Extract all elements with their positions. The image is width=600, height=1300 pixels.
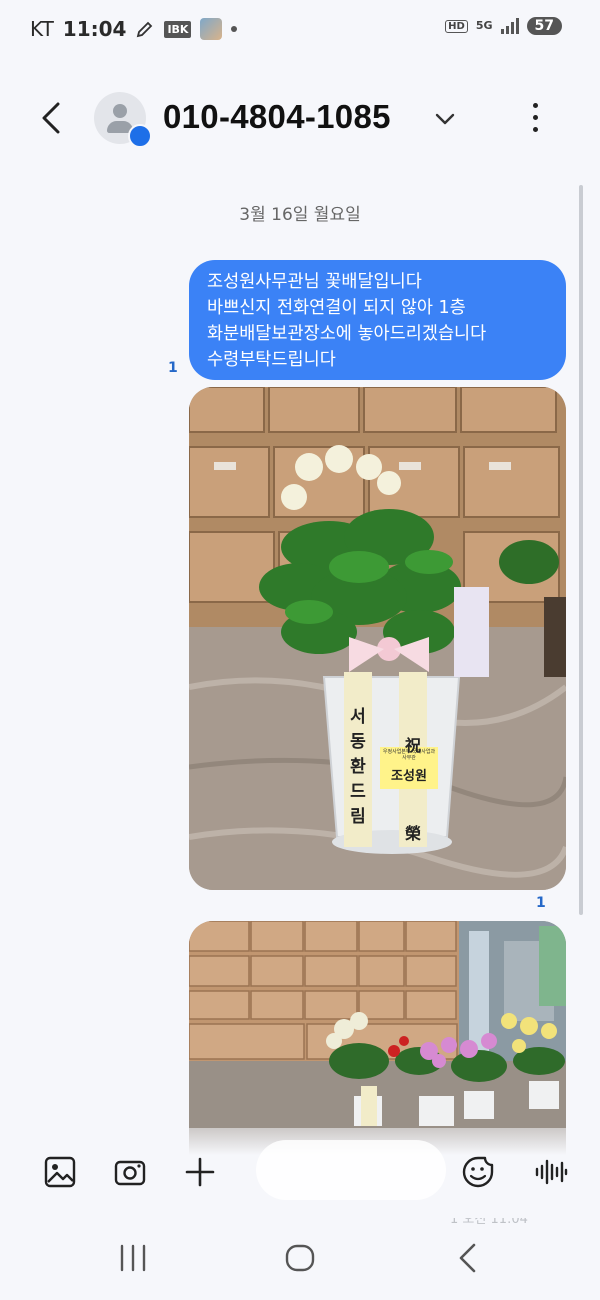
more-options-icon[interactable] bbox=[532, 103, 540, 135]
ribbon-right-text: 祝 榮轉 bbox=[404, 736, 421, 843]
edit-icon bbox=[137, 21, 153, 38]
profile-notification-icon bbox=[200, 18, 223, 40]
contact-name[interactable]: 010-4804-1085 bbox=[163, 98, 391, 136]
voice-icon[interactable] bbox=[534, 1155, 568, 1189]
status-bar: KT 11:04 IBK HD 5G 57 bbox=[0, 0, 600, 62]
card-small-text: 우정사업본부 국제사업과 사무관 bbox=[382, 749, 436, 761]
person-icon bbox=[113, 104, 127, 118]
nav-back-icon[interactable] bbox=[448, 1238, 488, 1278]
camera-icon[interactable] bbox=[113, 1155, 147, 1189]
battery-icon: 57 bbox=[526, 17, 562, 35]
photo-content bbox=[189, 387, 566, 890]
message-line: 바쁘신지 전화연결이 되지 않아 1층 bbox=[207, 298, 466, 318]
message-line: 화분배달보관장소에 놓아드리겠습니다 bbox=[207, 324, 487, 344]
signal-icon bbox=[500, 18, 519, 34]
hd-voice-icon: HD bbox=[445, 19, 468, 33]
unread-count: 1 bbox=[536, 895, 546, 911]
gallery-icon[interactable] bbox=[43, 1155, 77, 1189]
recent-apps-icon[interactable] bbox=[113, 1238, 153, 1278]
photo-attachment-flower-pot[interactable]: 서동환 드림 祝 榮轉 우정사업본부 국제사업과 사무관 조성원 bbox=[189, 387, 566, 890]
ribbon-left-text: 서동환 드림 bbox=[350, 707, 366, 827]
message-line: 조성원사무관님 꽃배달입니다 bbox=[207, 272, 422, 292]
unread-count: 1 bbox=[168, 360, 178, 376]
contact-avatar[interactable] bbox=[94, 92, 152, 148]
message-line: 수령부탁드립니다 bbox=[207, 350, 336, 370]
sent-message-bubble[interactable]: 조성원사무관님 꽃배달입니다 바쁘신지 전화연결이 되지 않아 1층 화분배달보… bbox=[189, 260, 566, 380]
back-arrow-icon[interactable] bbox=[32, 98, 72, 138]
plus-icon[interactable] bbox=[183, 1155, 217, 1189]
card-text: 조성원 bbox=[391, 769, 427, 784]
carrier: KT bbox=[30, 17, 54, 41]
emoji-icon[interactable] bbox=[461, 1155, 495, 1189]
scrollbar[interactable] bbox=[579, 185, 583, 915]
chevron-down-icon[interactable] bbox=[434, 108, 456, 130]
chat-badge-icon bbox=[128, 124, 152, 148]
time: 11:04 bbox=[62, 17, 127, 41]
more-notifications-icon bbox=[231, 26, 238, 32]
network-5g-icon: 5G bbox=[475, 19, 493, 32]
home-icon[interactable] bbox=[280, 1238, 320, 1278]
message-input[interactable] bbox=[256, 1140, 446, 1200]
ibk-icon: IBK bbox=[164, 20, 192, 38]
date-separator: 3월 16일 월요일 bbox=[239, 205, 361, 225]
